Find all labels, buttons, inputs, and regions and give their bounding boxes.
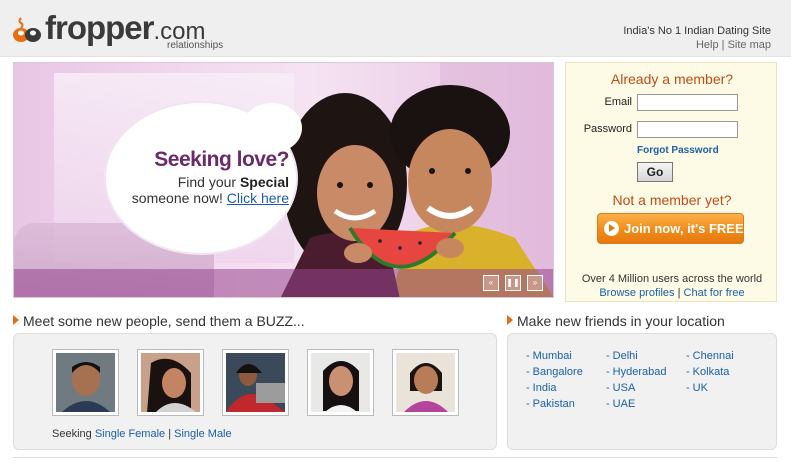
profile-photo [226, 353, 285, 412]
browse-chat-links: Browse profiles | Chat for free [566, 287, 778, 299]
seeking-filter: Seeking Single Female | Single Male [52, 428, 232, 440]
location-link-pakistan[interactable]: - Pakistan [526, 398, 583, 414]
prev-slide-icon[interactable]: « [483, 275, 499, 291]
seeking-label: Seeking [52, 428, 92, 440]
profile-photo [311, 353, 370, 412]
profile-thumbnails [52, 349, 459, 416]
site-map-link[interactable]: Site map [728, 39, 771, 51]
location-link-uae[interactable]: - UAE [606, 398, 667, 414]
meet-heading: Meet some new people, send them a BUZZ..… [13, 313, 305, 329]
location-link-uk[interactable]: - UK [686, 382, 734, 398]
orange-arrow-icon [13, 315, 19, 325]
location-link-usa[interactable]: - USA [606, 382, 667, 398]
location-link-mumbai[interactable]: - Mumbai [526, 350, 583, 366]
profile-photo [396, 353, 455, 412]
location-link-chennai[interactable]: - Chennai [686, 350, 734, 366]
password-label: Password [583, 123, 632, 135]
location-column-1: - Mumbai - Bangalore - India - Pakistan [526, 350, 583, 414]
link-separator: | [677, 287, 681, 299]
forgot-password-link[interactable]: Forgot Password [637, 145, 719, 156]
thought-bubble-puff [242, 103, 302, 153]
email-field[interactable] [637, 94, 738, 111]
profile-photo [141, 353, 200, 413]
profile-thumb-4[interactable] [307, 349, 374, 416]
site-tagline: India's No 1 Indian Dating Site [623, 25, 771, 37]
promo-banner[interactable]: Seeking love? Find your Special someone … [13, 62, 554, 298]
banner-line2: Find your Special [177, 174, 289, 190]
location-column-2: - Delhi - Hyderabad - USA - UAE [606, 350, 667, 414]
link-separator: | [168, 428, 172, 440]
location-link-india[interactable]: - India [526, 382, 583, 398]
banner-headline: Seeking love? [154, 148, 289, 171]
footer-divider [13, 457, 777, 458]
arrow-right-icon [604, 221, 619, 236]
single-female-link[interactable]: Single Female [95, 428, 165, 440]
location-link-kolkata[interactable]: - Kolkata [686, 366, 734, 382]
location-link-hyderabad[interactable]: - Hyderabad [606, 366, 667, 382]
location-heading: Make new friends in your location [507, 313, 725, 329]
chat-free-link[interactable]: Chat for free [684, 287, 745, 299]
location-panel: - Mumbai - Bangalore - India - Pakistan - Del… [507, 333, 777, 450]
thought-bubble-dot [241, 126, 251, 136]
profile-thumb-3[interactable] [222, 349, 289, 416]
go-button[interactable]: Go [637, 162, 673, 182]
join-now-label: Join now, it's FREE [624, 221, 744, 236]
coffee-cups-icon [13, 17, 41, 42]
next-slide-icon[interactable]: » [527, 275, 543, 291]
banner-strip [14, 269, 553, 297]
email-label: Email [604, 96, 632, 108]
orange-arrow-icon [507, 315, 513, 325]
banner-text: Seeking love? Find your Special someone … [129, 148, 290, 206]
top-links: Help | Site map [696, 39, 771, 51]
browse-profiles-link[interactable]: Browse profiles [599, 287, 674, 299]
profile-photo [56, 353, 115, 412]
header: fropper.com relationships India's No 1 I… [0, 0, 791, 57]
join-now-button[interactable]: Join now, it's FREE [597, 213, 744, 244]
profile-thumb-5[interactable] [392, 349, 459, 416]
location-link-bangalore[interactable]: - Bangalore [526, 366, 583, 382]
not-member-heading: Not a member yet? [612, 192, 732, 208]
slideshow-controls: « ❚❚ » [483, 275, 543, 291]
meet-panel: Seeking Single Female | Single Male [13, 333, 497, 450]
logo-subtitle: relationships [167, 40, 224, 51]
link-separator: | [721, 39, 725, 51]
location-link-delhi[interactable]: - Delhi [606, 350, 667, 366]
banner-click-here-link[interactable]: Click here [227, 190, 289, 206]
profile-thumb-1[interactable] [52, 349, 119, 416]
login-title: Already a member? [610, 71, 734, 87]
password-field[interactable] [637, 121, 738, 138]
user-count-text: Over 4 Million users across the world [581, 273, 763, 285]
banner-line3: someone now! Click here [131, 190, 289, 206]
login-panel: Already a member? Email Password Forgot … [565, 62, 777, 302]
profile-thumb-2[interactable] [137, 349, 204, 416]
pause-slide-icon[interactable]: ❚❚ [505, 275, 521, 291]
single-male-link[interactable]: Single Male [174, 428, 231, 440]
help-link[interactable]: Help [696, 39, 719, 51]
location-column-3: - Chennai - Kolkata - UK [686, 350, 734, 398]
